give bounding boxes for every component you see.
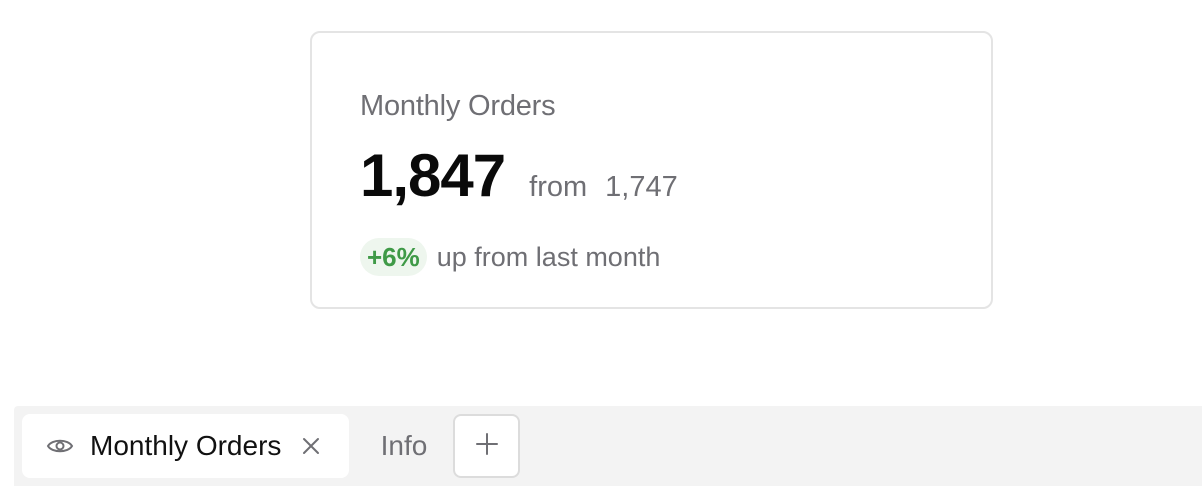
card-title: Monthly Orders [360, 90, 556, 122]
tab-label: Monthly Orders [90, 430, 282, 461]
change-badge: +6% [360, 238, 427, 276]
tab-info[interactable]: Info [364, 414, 444, 478]
change-row: +6% up from last month [360, 238, 660, 276]
value-row: 1,847 from 1,747 [360, 141, 678, 211]
eye-icon [46, 434, 74, 458]
metric-card: Monthly Orders 1,847 from 1,747 +6% up f… [310, 31, 993, 309]
tab-bar: Monthly Orders Info [14, 406, 1202, 486]
current-value: 1,847 [360, 142, 506, 209]
plus-icon [475, 432, 499, 461]
tab-monthly-orders[interactable]: Monthly Orders [22, 414, 349, 478]
change-text: up from last month [436, 241, 661, 272]
close-icon[interactable] [299, 434, 323, 458]
previous-value: 1,747 [605, 171, 678, 203]
add-tab-button[interactable] [453, 414, 520, 478]
from-label: from [529, 171, 588, 203]
